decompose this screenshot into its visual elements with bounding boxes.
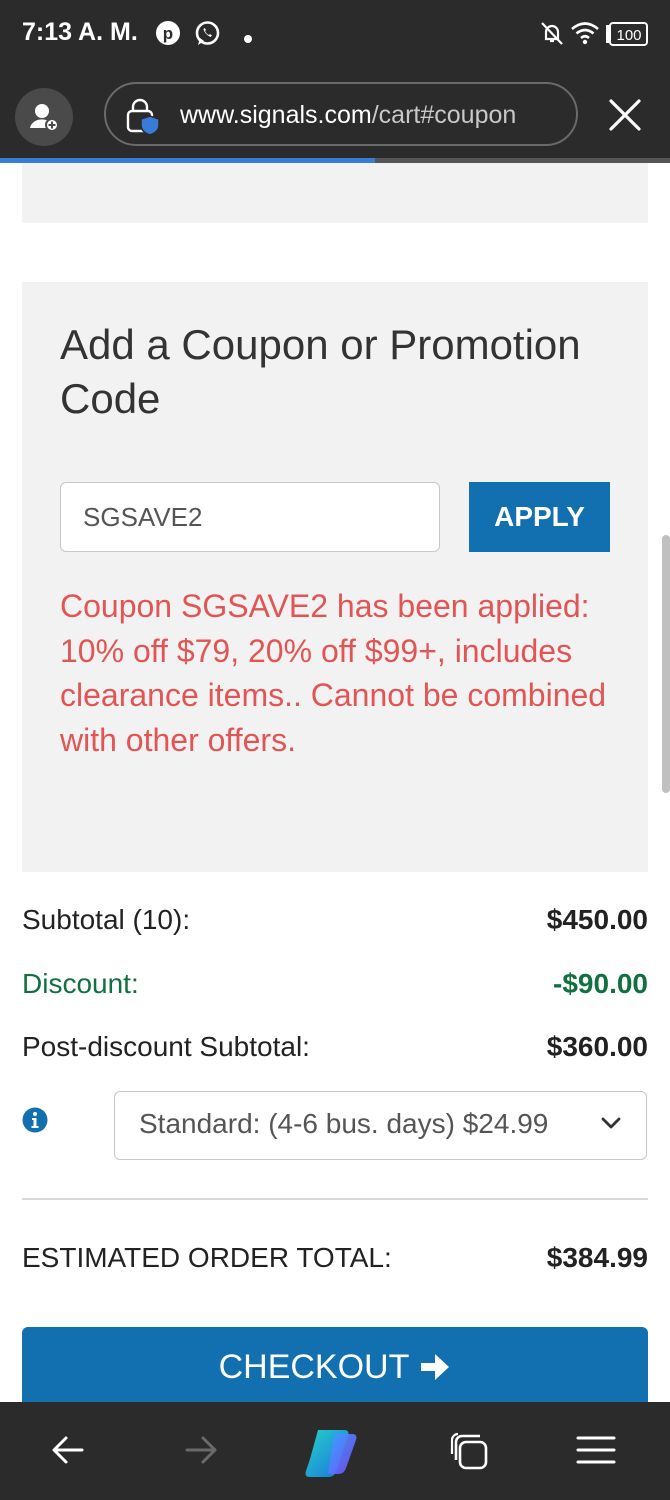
shield-lock-icon[interactable] <box>124 97 164 142</box>
whatsapp-icon <box>194 20 221 52</box>
checkout-button[interactable]: CHECKOUT <box>22 1327 648 1407</box>
battery-icon: 100 <box>605 22 649 51</box>
wifi-icon <box>570 20 600 51</box>
chevron-down-icon <box>600 1116 622 1135</box>
coupon-panel: Add a Coupon or Promotion Code APPLY Cou… <box>22 282 648 872</box>
summary-divider <box>22 1198 648 1200</box>
status-bar: 7:13 A. M. p 100 <box>0 0 670 70</box>
battery-level: 100 <box>616 27 641 44</box>
pinterest-icon: p <box>155 20 181 51</box>
bell-off-icon <box>539 20 565 51</box>
url-text[interactable]: www.signals.com/cart#coupon <box>180 101 516 130</box>
coupon-applied-message: Coupon SGSAVE2 has been applied: 10% off… <box>60 588 607 758</box>
apply-button[interactable]: APPLY <box>469 482 610 552</box>
browser-toolbar: www.signals.com/cart#coupon <box>0 70 670 160</box>
order-total-value: $384.99 <box>546 1242 648 1273</box>
shipping-method-select[interactable]: Standard: (4-6 bus. days) $24.99 <box>114 1091 647 1160</box>
browser-nav-bar <box>0 1402 670 1500</box>
profile-button[interactable] <box>15 88 73 146</box>
svg-text:p: p <box>163 24 173 43</box>
discount-label: Discount: <box>22 968 139 999</box>
coupon-heading: Add a Coupon or Promotion Code <box>60 321 581 422</box>
checkout-label: CHECKOUT <box>218 1347 410 1386</box>
address-bar[interactable]: www.signals.com/cart#coupon <box>104 82 578 146</box>
url-path: /cart#coupon <box>371 101 517 129</box>
previous-section-box <box>22 163 648 223</box>
scrollbar-thumb[interactable] <box>662 535 670 793</box>
menu-icon[interactable] <box>576 1432 616 1473</box>
info-icon[interactable] <box>22 1107 48 1138</box>
order-total-row: ESTIMATED ORDER TOTAL: $384.99 <box>22 1238 648 1278</box>
notification-dot-icon <box>244 30 252 48</box>
status-time: 7:13 A. M. <box>22 18 138 46</box>
subtotal-label: Subtotal (10): <box>22 904 191 935</box>
post-discount-row: Post-discount Subtotal: $360.00 <box>22 1027 648 1067</box>
subtotal-row: Subtotal (10): $450.00 <box>22 900 648 940</box>
coupon-code-input[interactable] <box>60 482 440 552</box>
arrow-right-icon <box>421 1354 450 1380</box>
post-discount-label: Post-discount Subtotal: <box>22 1031 310 1062</box>
discount-value: -$90.00 <box>553 968 648 999</box>
add-profile-icon <box>30 104 59 132</box>
shipping-method-value: Standard: (4-6 bus. days) $24.99 <box>139 1108 549 1139</box>
back-arrow-icon[interactable] <box>50 1432 86 1473</box>
discount-row: Discount: -$90.00 <box>22 964 648 1004</box>
copilot-icon[interactable] <box>304 1424 364 1485</box>
subtotal-value: $450.00 <box>546 904 648 935</box>
close-icon[interactable] <box>604 94 646 141</box>
forward-arrow-icon[interactable] <box>183 1432 219 1473</box>
post-discount-value: $360.00 <box>546 1031 648 1062</box>
url-domain: www.signals.com <box>180 101 372 129</box>
tabs-icon[interactable] <box>450 1432 490 1477</box>
order-total-label: ESTIMATED ORDER TOTAL: <box>22 1242 392 1273</box>
